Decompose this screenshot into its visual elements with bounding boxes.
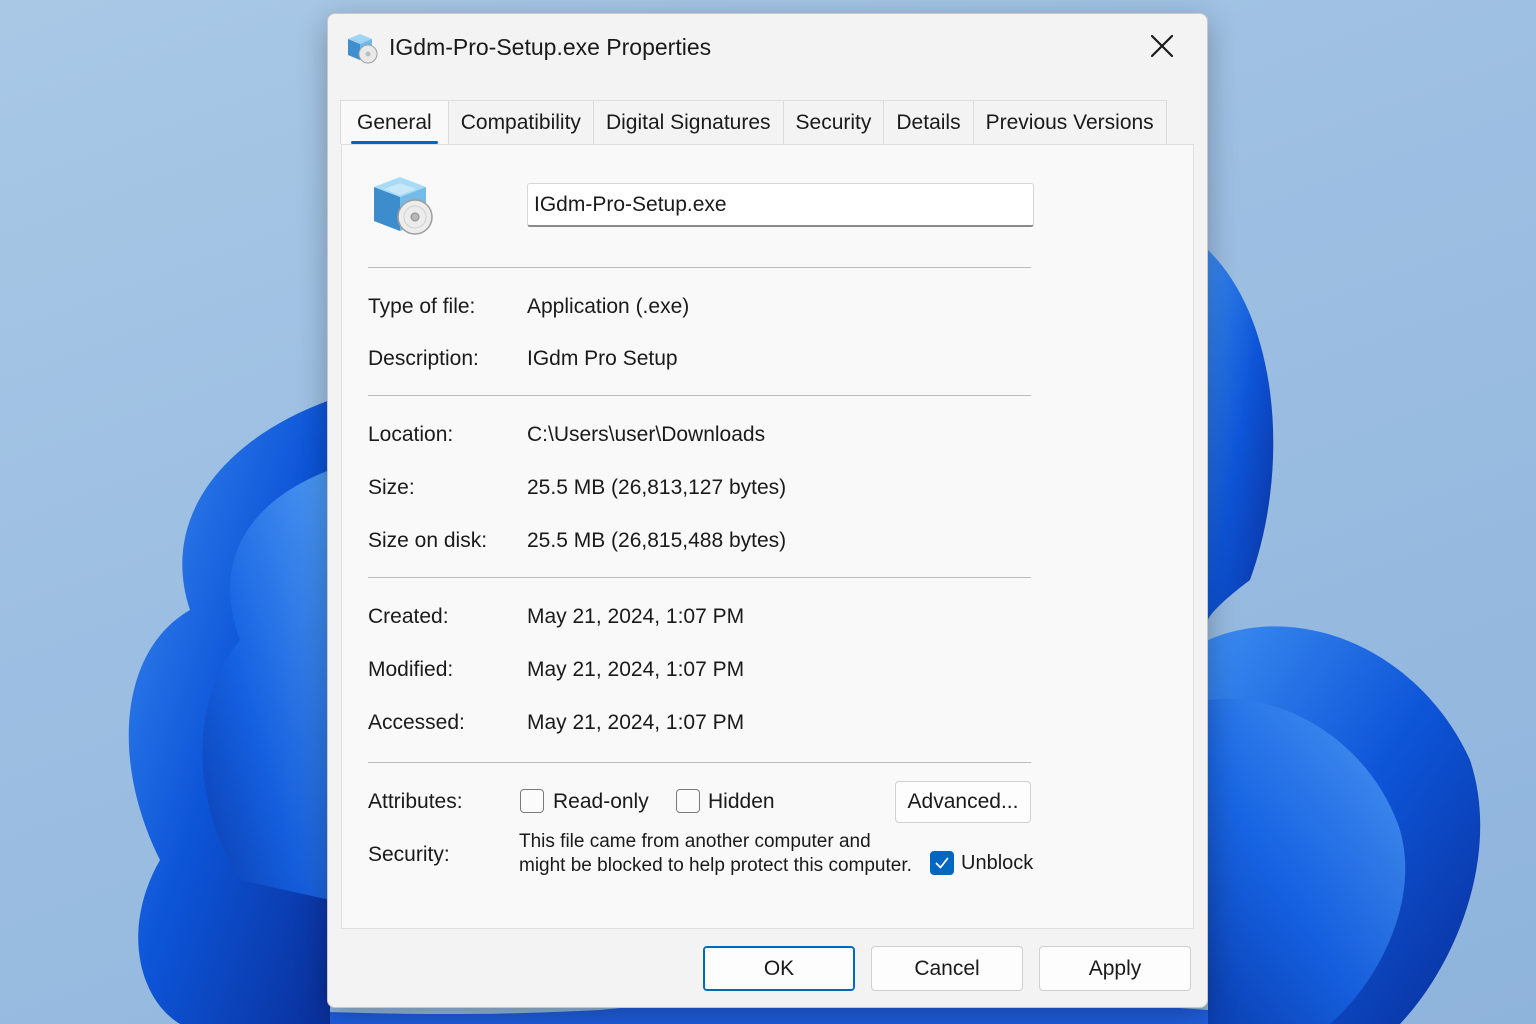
title-bar[interactable]: IGdm-Pro-Setup.exe Properties	[328, 14, 1207, 80]
close-icon	[1151, 35, 1173, 57]
advanced-button[interactable]: Advanced...	[895, 781, 1031, 823]
hidden-label[interactable]: Hidden	[708, 790, 775, 814]
tab-general[interactable]: General	[340, 100, 449, 144]
accessed-label: Accessed:	[368, 711, 465, 734]
unblock-checkbox[interactable]	[930, 851, 954, 875]
size-on-disk-label: Size on disk:	[368, 529, 488, 552]
window-title: IGdm-Pro-Setup.exe Properties	[389, 34, 712, 60]
hidden-checkbox[interactable]	[676, 789, 700, 813]
tab-digital-signatures[interactable]: Digital Signatures	[592, 100, 784, 144]
cancel-button[interactable]: Cancel	[871, 946, 1023, 991]
type-of-file-label: Type of file:	[368, 295, 476, 318]
tab-security[interactable]: Security	[782, 100, 885, 144]
tab-compatibility[interactable]: Compatibility	[447, 100, 594, 144]
properties-dialog: IGdm-Pro-Setup.exe Properties General Co…	[327, 13, 1208, 1008]
description-value: IGdm Pro Setup	[527, 347, 678, 370]
read-only-checkbox[interactable]	[520, 789, 544, 813]
security-warning-text: This file came from another computer and…	[519, 831, 912, 876]
file-name-input[interactable]	[527, 183, 1034, 227]
read-only-label[interactable]: Read-only	[553, 790, 649, 814]
type-of-file-value: Application (.exe)	[527, 295, 690, 318]
close-button[interactable]	[1131, 26, 1193, 66]
tab-strip: General Compatibility Digital Signatures…	[340, 100, 1167, 145]
tab-previous-versions[interactable]: Previous Versions	[972, 100, 1167, 144]
created-value: May 21, 2024, 1:07 PM	[527, 605, 745, 628]
separator	[368, 395, 1031, 396]
location-value: C:\Users\user\Downloads	[527, 423, 766, 446]
description-label: Description:	[368, 347, 479, 370]
size-value: 25.5 MB (26,813,127 bytes)	[527, 476, 787, 499]
modified-value: May 21, 2024, 1:07 PM	[527, 658, 745, 681]
installer-package-icon	[348, 34, 378, 64]
installer-package-icon	[374, 177, 433, 235]
size-label: Size:	[368, 476, 415, 499]
general-panel: Type of file: Application (.exe) Descrip…	[341, 144, 1194, 929]
created-label: Created:	[368, 605, 449, 628]
ok-button[interactable]: OK	[703, 946, 855, 991]
apply-button[interactable]: Apply	[1039, 946, 1191, 991]
accessed-value: May 21, 2024, 1:07 PM	[527, 711, 745, 734]
size-on-disk-value: 25.5 MB (26,815,488 bytes)	[527, 529, 787, 552]
separator	[368, 762, 1031, 763]
separator	[368, 577, 1031, 578]
attributes-label: Attributes:	[368, 790, 463, 813]
tab-details[interactable]: Details	[883, 100, 974, 144]
checkmark-icon	[935, 857, 949, 869]
security-label: Security:	[368, 843, 450, 866]
modified-label: Modified:	[368, 658, 454, 681]
separator	[368, 267, 1031, 268]
location-label: Location:	[368, 423, 454, 446]
unblock-label[interactable]: Unblock	[961, 852, 1033, 875]
